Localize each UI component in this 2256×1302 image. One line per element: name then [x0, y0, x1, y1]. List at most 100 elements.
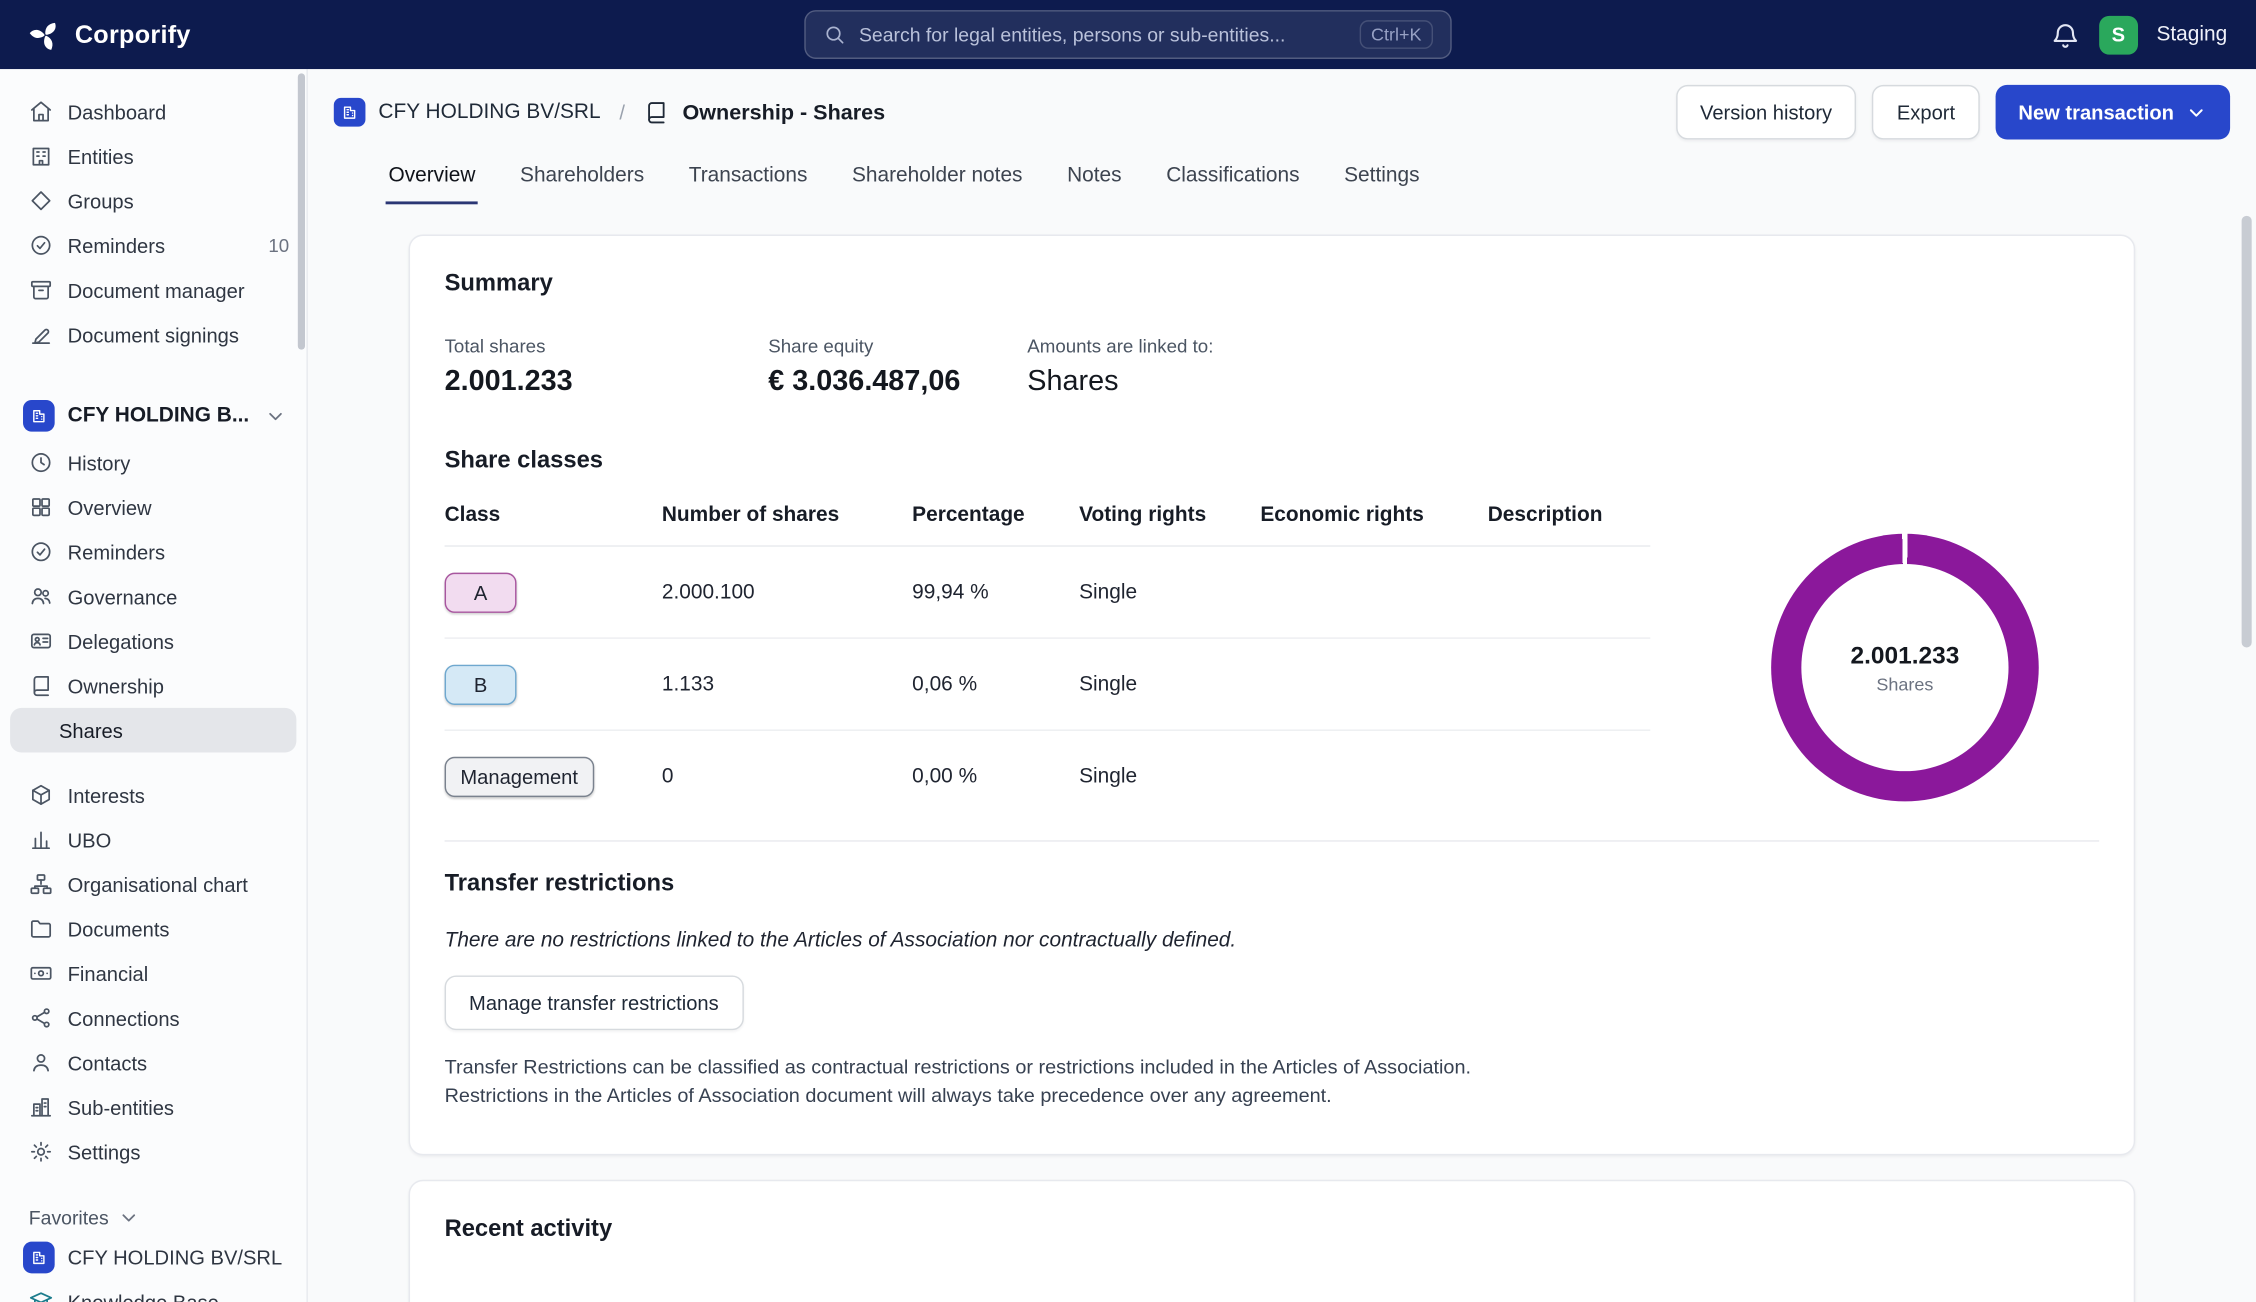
sidebar-item-label: Ownership [68, 674, 164, 697]
summary-stats: Total shares 2.001.233 Share equity € 3.… [445, 335, 2100, 398]
history-icon [29, 450, 53, 474]
class-b-badge: B [445, 664, 517, 704]
transfer-restrictions-empty-notice: There are no restrictions linked to the … [445, 929, 2100, 952]
sidebar-item-financial[interactable]: Financial [0, 951, 306, 996]
sidebar-item-label: Overview [68, 496, 152, 519]
share-classes-heading: Share classes [445, 447, 2100, 474]
global-search-input[interactable]: Search for legal entities, persons or su… [804, 10, 1451, 59]
tab-shareholders[interactable]: Shareholders [517, 158, 647, 204]
sidebar-item-label: Shares [59, 719, 123, 742]
recent-activity-heading: Recent activity [445, 1216, 2100, 1243]
sidebar-item-label: Organisational chart [68, 873, 248, 896]
sidebar-item-entities[interactable]: Entities [0, 134, 306, 179]
tab-shareholder-notes[interactable]: Shareholder notes [849, 158, 1025, 204]
share-equity-value: € 3.036.487,06 [768, 365, 1027, 398]
sidebar-item-label: Connections [68, 1006, 180, 1029]
sidebar-item-label: Settings [68, 1140, 141, 1163]
sidebar-item-label: Document manager [68, 278, 245, 301]
sidebar-item-reminders[interactable]: Reminders 10 [0, 223, 306, 268]
sidebar-item-settings[interactable]: Settings [0, 1129, 306, 1174]
sidebar-item-groups[interactable]: Groups [0, 178, 306, 223]
sidebar-item-connections[interactable]: Connections [0, 996, 306, 1041]
table-row[interactable]: Management 0 0,00 % Single [445, 731, 1651, 823]
sidebar-item-governance[interactable]: Governance [0, 574, 306, 619]
table-row[interactable]: A 2.000.100 99,94 % Single [445, 547, 1651, 639]
main-scrollbar-thumb[interactable] [2242, 216, 2252, 648]
search-icon [823, 23, 846, 46]
sidebar-item-label: Sub-entities [68, 1096, 174, 1119]
sidebar-item-label: Reminders [68, 540, 165, 563]
sidebar-item-document-signings[interactable]: Document signings [0, 312, 306, 357]
sidebar-item-dashboard[interactable]: Dashboard [0, 89, 306, 134]
entity-icon [23, 1241, 55, 1273]
overview-icon [29, 495, 53, 519]
groups-icon [29, 188, 53, 212]
sidebar-item-document-manager[interactable]: Document manager [0, 268, 306, 313]
page-title: Ownership - Shares [682, 100, 885, 124]
entities-icon [29, 144, 53, 168]
sub-entities-icon [29, 1095, 53, 1119]
sidebar-item-overview[interactable]: Overview [0, 485, 306, 530]
new-transaction-label: New transaction [2018, 101, 2174, 124]
search-placeholder: Search for legal entities, persons or su… [859, 24, 1285, 46]
sidebar-item-label: Knowledge Base [68, 1290, 219, 1302]
sidebar-item-sub-entities[interactable]: Sub-entities [0, 1085, 306, 1130]
chevron-down-icon [2186, 101, 2208, 123]
tab-classifications[interactable]: Classifications [1163, 158, 1302, 204]
entity-icon [334, 98, 366, 127]
sidebar-item-knowledge-base[interactable]: Knowledge Base [0, 1279, 306, 1302]
sidebar-item-organisational-chart[interactable]: Organisational chart [0, 862, 306, 907]
sidebar-favorites-toggle[interactable]: Favorites [0, 1200, 306, 1235]
stat-amounts-linked: Amounts are linked to: Shares [1027, 335, 2099, 398]
sidebar-item-label: UBO [68, 828, 112, 851]
sidebar-item-history[interactable]: History [0, 440, 306, 485]
new-transaction-button[interactable]: New transaction [1995, 85, 2230, 140]
sidebar-entity-switcher[interactable]: CFY HOLDING B... [0, 391, 306, 440]
stat-total-shares: Total shares 2.001.233 [445, 335, 769, 398]
sidebar-item-ubo[interactable]: UBO [0, 817, 306, 862]
tab-overview[interactable]: Overview [386, 158, 479, 204]
notifications-bell-icon[interactable] [2050, 19, 2080, 49]
sidebar-item-ownership[interactable]: Ownership [0, 663, 306, 708]
sidebar-item-label: Document signings [68, 323, 239, 346]
chevron-down-icon [265, 405, 287, 427]
sidebar-favorite-entity[interactable]: CFY HOLDING BV/SRL [0, 1234, 306, 1279]
app-root: Corporify Search for legal entities, per… [0, 0, 2256, 1302]
breadcrumb-entity-link[interactable]: CFY HOLDING BV/SRL [378, 101, 600, 124]
sidebar-item-delegations[interactable]: Delegations [0, 619, 306, 664]
main-content: CFY HOLDING BV/SRL / Ownership - Shares … [308, 69, 2256, 1302]
version-history-button[interactable]: Version history [1676, 85, 1857, 140]
sidebar-item-label: Interests [68, 783, 145, 806]
tab-transactions[interactable]: Transactions [686, 158, 810, 204]
reminders-icon [29, 540, 53, 564]
share-classes-table: Class Number of shares Percentage Voting… [445, 483, 1651, 823]
export-button[interactable]: Export [1872, 85, 1979, 140]
sidebar-scrollbar-thumb[interactable] [298, 73, 305, 349]
tab-settings[interactable]: Settings [1341, 158, 1422, 204]
chevron-down-icon [117, 1206, 139, 1228]
ownership-book-icon [644, 99, 670, 125]
sidebar-item-label: Groups [68, 189, 134, 212]
manage-transfer-restrictions-button[interactable]: Manage transfer restrictions [445, 975, 744, 1030]
donut-center-value: 2.001.233 [1851, 641, 1960, 670]
total-shares-value: 2.001.233 [445, 365, 769, 398]
sidebar-item-documents[interactable]: Documents [0, 906, 306, 951]
table-row[interactable]: B 1.133 0,06 % Single [445, 639, 1651, 731]
sidebar-item-label: Reminders [68, 234, 165, 257]
sidebar-item-label: Financial [68, 962, 149, 985]
transfer-restrictions-heading: Transfer restrictions [445, 870, 2100, 897]
sidebar-item-label: Delegations [68, 629, 174, 652]
sidebar-item-interests[interactable]: Interests [0, 773, 306, 818]
settings-gear-icon [29, 1140, 53, 1164]
document-manager-icon [29, 278, 53, 302]
recent-activity-card: Recent activity [409, 1180, 2136, 1302]
ownership-summary-card: Summary Total shares 2.001.233 Share equ… [409, 235, 2136, 1156]
sidebar-item-contacts[interactable]: Contacts [0, 1040, 306, 1085]
sidebar-item-entity-reminders[interactable]: Reminders [0, 529, 306, 574]
user-avatar[interactable]: S [2099, 15, 2138, 54]
contacts-icon [29, 1050, 53, 1074]
stat-share-equity: Share equity € 3.036.487,06 [768, 335, 1027, 398]
brand[interactable]: Corporify [29, 18, 191, 51]
tab-notes[interactable]: Notes [1064, 158, 1124, 204]
sidebar-item-shares[interactable]: Shares [10, 708, 296, 753]
